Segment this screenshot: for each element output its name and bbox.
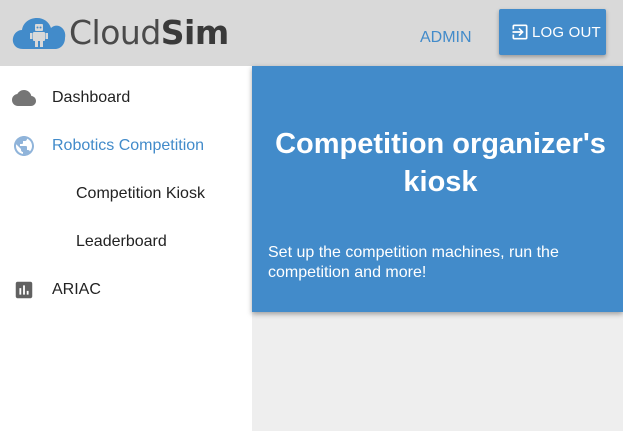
cloudsim-logo[interactable]: CloudSim (11, 13, 229, 53)
cloud-robot-logo-icon (12, 18, 66, 49)
cloud-icon (11, 85, 37, 111)
hero-subtitle: Set up the competition machines, run the… (268, 244, 559, 281)
logout-label: LOG OUT (532, 23, 601, 41)
sidebar-item-robotics-competition[interactable]: Robotics Competition (0, 122, 252, 170)
sidebar-item-label: Competition Kiosk (76, 185, 205, 202)
sidebar-item-leaderboard[interactable]: Leaderboard (0, 218, 252, 266)
logo-text-sim: Sim (160, 13, 229, 52)
logout-button[interactable]: LOG OUT (499, 9, 606, 55)
sidebar-item-label: ARIAC (52, 281, 101, 298)
top-bar: CloudSim ADMIN LOG OUT (0, 0, 623, 66)
page-title: Competition organizer's kiosk (275, 128, 606, 198)
main-content: Competition organizer's kiosk Set up the… (252, 66, 623, 431)
sidebar-item-label: Dashboard (52, 89, 131, 106)
globe-icon (11, 133, 37, 159)
sidebar-item-label: Leaderboard (76, 233, 167, 250)
sidebar: Dashboard Robotics Competition Competiti… (0, 66, 252, 431)
logo-text-cloud: Cloud (69, 13, 161, 52)
sidebar-item-competition-kiosk[interactable]: Competition Kiosk (0, 170, 252, 218)
sidebar-item-dashboard[interactable]: Dashboard (0, 74, 252, 122)
bar-chart-icon (11, 277, 37, 303)
hero-card: Competition organizer's kiosk Set up the… (252, 66, 623, 312)
logout-icon (512, 24, 528, 40)
admin-link[interactable]: ADMIN (420, 29, 472, 47)
sidebar-item-label: Robotics Competition (52, 137, 205, 154)
sidebar-item-ariac[interactable]: ARIAC (0, 266, 252, 314)
logo-wordmark: CloudSim (69, 13, 229, 53)
